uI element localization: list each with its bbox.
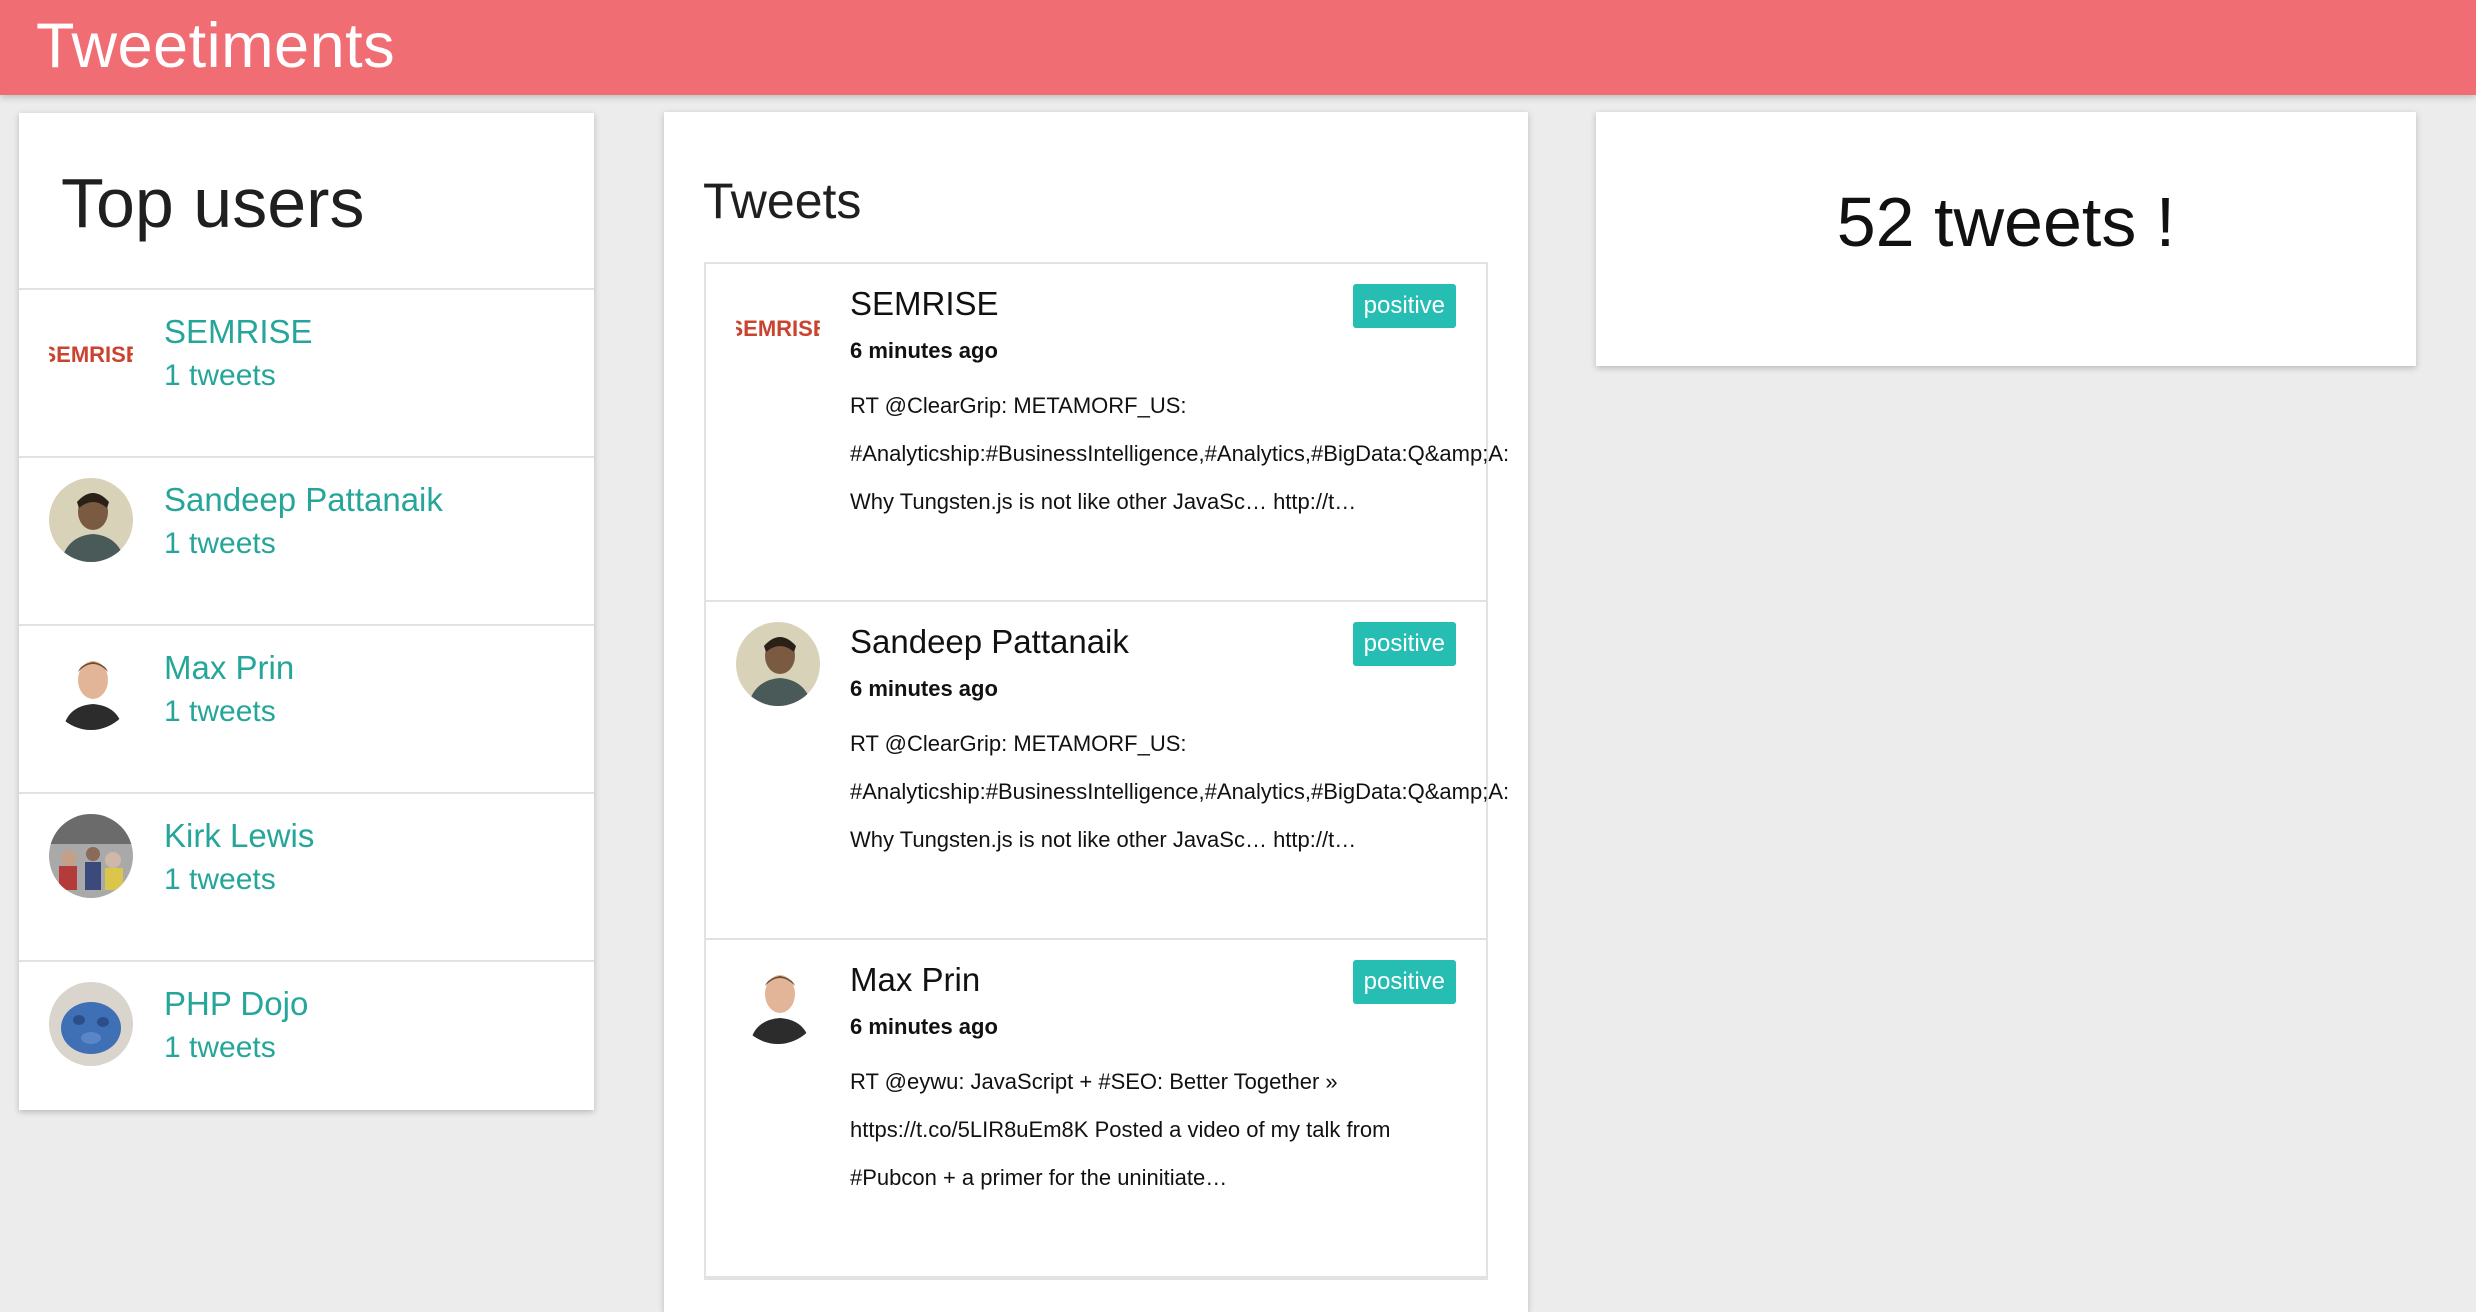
tweet-item: Sandeep Pattanaik 6 minutes ago RT @Clea… bbox=[706, 602, 1509, 940]
user-row-sandeep-pattanaik[interactable]: Sandeep Pattanaik 1 tweets bbox=[19, 456, 594, 624]
tweet-text: RT @ClearGrip: METAMORF_US: #Analyticshi… bbox=[850, 393, 1510, 514]
person-avatar bbox=[736, 622, 820, 706]
user-name-link[interactable]: Kirk Lewis bbox=[164, 816, 314, 856]
user-row-semrise[interactable]: SEMRISE SEMRISE 1 tweets bbox=[19, 288, 594, 456]
user-tweet-count: 1 tweets bbox=[164, 695, 276, 728]
crowd-photo-avatar bbox=[49, 814, 133, 898]
tweets-card: Tweets SEMRISE SEMRISE 6 minutes ago RT … bbox=[664, 112, 1528, 1312]
sentiment-badge[interactable]: positive bbox=[1352, 284, 1456, 328]
tweet-text: RT @ClearGrip: METAMORF_US: #Analyticshi… bbox=[850, 731, 1510, 852]
sentiment-badge[interactable]: positive bbox=[1352, 960, 1456, 1004]
user-row-max-prin[interactable]: Max Prin 1 tweets bbox=[19, 624, 594, 792]
top-users-card: Top users SEMRISE SEMRISE 1 tweets bbox=[19, 113, 594, 1110]
semrise-logo-avatar: SEMRISE bbox=[736, 284, 820, 368]
user-tweet-count: 1 tweets bbox=[164, 1031, 276, 1064]
app-title[interactable]: Tweetiments bbox=[36, 8, 395, 84]
user-row-kirk-lewis[interactable]: Kirk Lewis 1 tweets bbox=[19, 792, 594, 960]
tweet-author[interactable]: SEMRISE bbox=[850, 284, 999, 324]
tweet-count-card: 52 tweets ! bbox=[1596, 112, 2416, 366]
tweet-author[interactable]: Sandeep Pattanaik bbox=[850, 622, 1129, 662]
user-list: SEMRISE SEMRISE 1 tweets Sandeep Pattana… bbox=[19, 288, 594, 1128]
semrise-logo-text: SEMRISE bbox=[49, 342, 133, 367]
tweet-author[interactable]: Max Prin bbox=[850, 960, 980, 1000]
semrise-logo-text: SEMRISE bbox=[736, 316, 820, 341]
top-users-title: Top users bbox=[61, 164, 365, 242]
tweet-text: RT @eywu: JavaScript + #SEO: Better Toge… bbox=[850, 1069, 1391, 1190]
tweet-item: Max Prin 6 minutes ago RT @eywu: JavaScr… bbox=[706, 940, 1486, 1278]
tweet-item: SEMRISE SEMRISE 6 minutes ago RT @ClearG… bbox=[706, 264, 1509, 602]
person-avatar bbox=[49, 478, 133, 562]
person-avatar bbox=[736, 960, 820, 1044]
tweet-timestamp: 6 minutes ago bbox=[850, 1014, 998, 1039]
user-name-link[interactable]: Max Prin bbox=[164, 648, 294, 688]
person-avatar bbox=[49, 646, 133, 730]
app-bar: Tweetiments bbox=[0, 0, 2476, 95]
tweet-timestamp: 6 minutes ago bbox=[850, 338, 998, 363]
user-name-link[interactable]: PHP Dojo bbox=[164, 984, 308, 1024]
user-name-link[interactable]: Sandeep Pattanaik bbox=[164, 480, 443, 520]
tweet-timestamp: 6 minutes ago bbox=[850, 676, 998, 701]
user-name-link[interactable]: SEMRISE bbox=[164, 312, 313, 352]
sentiment-badge[interactable]: positive bbox=[1352, 622, 1456, 666]
semrise-logo-avatar: SEMRISE bbox=[49, 310, 133, 394]
user-tweet-count: 1 tweets bbox=[164, 527, 276, 560]
user-tweet-count: 1 tweets bbox=[164, 863, 276, 896]
tweets-title: Tweets bbox=[703, 173, 862, 229]
user-row-php-dojo[interactable]: PHP Dojo 1 tweets bbox=[19, 960, 594, 1128]
blue-mascot-avatar bbox=[49, 982, 133, 1066]
tweet-count-text: 52 tweets ! bbox=[1836, 183, 2176, 261]
user-tweet-count: 1 tweets bbox=[164, 359, 276, 392]
tweet-list: SEMRISE SEMRISE 6 minutes ago RT @ClearG… bbox=[704, 262, 1509, 1280]
